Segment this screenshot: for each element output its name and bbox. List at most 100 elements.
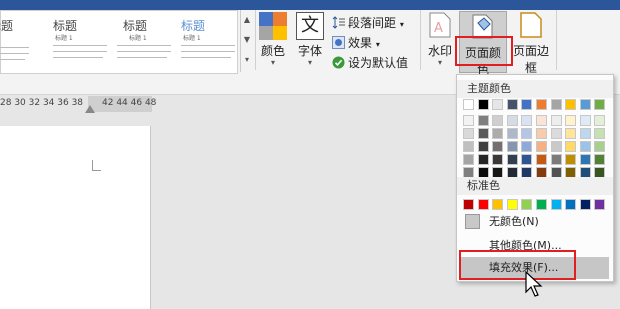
theme-shade-swatch[interactable]	[594, 141, 606, 152]
style-title: 标题	[0, 19, 14, 33]
svg-text:A: A	[434, 21, 443, 36]
theme-shade-swatch[interactable]	[594, 154, 606, 165]
colors-button[interactable]: 颜色 ▾	[258, 12, 288, 70]
theme-shade-swatch[interactable]	[536, 141, 547, 152]
fonts-button[interactable]: 文 字体 ▾	[294, 12, 326, 70]
no-color-item[interactable]: 无颜色(N)	[459, 211, 609, 233]
document-page[interactable]	[0, 126, 151, 309]
colors-label: 颜色	[260, 44, 285, 58]
theme-shade-swatch[interactable]	[492, 115, 504, 126]
theme-shade-swatch[interactable]	[521, 154, 533, 165]
theme-shade-swatch[interactable]	[477, 115, 489, 126]
page-borders-label: 页面边框	[512, 44, 549, 75]
theme-shade-swatch[interactable]	[550, 141, 562, 152]
indent-marker[interactable]	[85, 105, 95, 113]
standard-color-swatch[interactable]	[550, 199, 562, 210]
theme-shade-swatch[interactable]	[521, 128, 533, 139]
page-borders-button[interactable]: 页面边框	[510, 12, 552, 75]
theme-shade-swatch[interactable]	[565, 115, 577, 126]
set-as-default-button[interactable]: 设为默认值	[332, 54, 408, 71]
theme-shade-swatch[interactable]	[550, 154, 562, 165]
watermark-label: 水印	[427, 44, 452, 58]
chevron-down-icon: ▾	[270, 58, 275, 67]
theme-shade-swatch[interactable]	[492, 141, 504, 152]
theme-shade-swatch[interactable]	[506, 141, 518, 152]
theme-color-swatch[interactable]	[506, 99, 518, 110]
fonts-label: 字体	[297, 44, 322, 58]
scroll-down-icon[interactable]: ▼	[241, 30, 253, 50]
standard-color-swatch[interactable]	[492, 199, 504, 210]
standard-color-swatch[interactable]	[506, 199, 518, 210]
standard-color-swatch[interactable]	[463, 199, 474, 210]
set-as-default-label: 设为默认值	[348, 56, 409, 70]
theme-shade-swatch[interactable]	[492, 128, 504, 139]
theme-shade-swatch[interactable]	[521, 141, 533, 152]
theme-shade-swatch[interactable]	[565, 141, 577, 152]
margin-corner-mark	[92, 160, 101, 171]
theme-shade-swatch[interactable]	[463, 128, 474, 139]
theme-color-swatch[interactable]	[579, 99, 591, 110]
theme-shade-swatch[interactable]	[506, 154, 518, 165]
standard-color-swatch[interactable]	[521, 199, 533, 210]
group-separator	[420, 10, 421, 70]
theme-shade-swatch[interactable]	[579, 128, 591, 139]
effects-button[interactable]: 效果 ▾	[332, 34, 380, 51]
watermark-button[interactable]: A 水印 ▾	[426, 12, 454, 70]
scroll-up-icon[interactable]: ▲	[241, 10, 253, 30]
theme-color-swatch[interactable]	[536, 99, 547, 110]
theme-color-swatch[interactable]	[521, 99, 533, 110]
watermark-icon: A	[429, 12, 451, 38]
theme-shade-swatch[interactable]	[579, 141, 591, 152]
theme-shade-swatch[interactable]	[579, 154, 591, 165]
theme-shade-swatch[interactable]	[506, 115, 518, 126]
style-thumbnail[interactable]: 标题 标题 1	[113, 11, 173, 73]
style-thumbnail[interactable]: 标题 标题 1	[177, 11, 237, 73]
group-separator	[255, 10, 256, 70]
gallery-scroll[interactable]: ▲ ▼ ▾	[240, 10, 253, 72]
title-bar-strip	[0, 0, 620, 10]
group-separator	[556, 10, 557, 70]
paragraph-spacing-button[interactable]: 段落间距 ▾	[332, 14, 404, 31]
style-thumbnail[interactable]: 标题	[0, 11, 45, 73]
standard-color-swatch[interactable]	[594, 199, 606, 210]
more-styles-icon[interactable]: ▾	[241, 50, 253, 70]
standard-color-swatch[interactable]	[565, 199, 577, 210]
theme-color-swatch[interactable]	[463, 99, 474, 110]
effects-label: 效果	[348, 36, 373, 50]
effects-icon	[332, 36, 345, 49]
standard-color-swatch[interactable]	[579, 199, 591, 210]
theme-shade-swatch[interactable]	[477, 128, 489, 139]
page-borders-icon	[520, 12, 542, 38]
theme-color-swatch[interactable]	[550, 99, 562, 110]
standard-color-swatch[interactable]	[477, 199, 489, 210]
theme-shade-swatch[interactable]	[594, 115, 606, 126]
theme-shade-swatch[interactable]	[550, 115, 562, 126]
theme-color-swatch[interactable]	[565, 99, 577, 110]
standard-color-swatch[interactable]	[536, 199, 547, 210]
theme-shade-swatch[interactable]	[594, 128, 606, 139]
theme-color-swatch[interactable]	[492, 99, 504, 110]
theme-shade-swatch[interactable]	[463, 115, 474, 126]
theme-shade-swatch[interactable]	[536, 115, 547, 126]
no-color-icon	[465, 214, 480, 229]
theme-shade-swatch[interactable]	[521, 115, 533, 126]
theme-shade-swatch[interactable]	[477, 154, 489, 165]
theme-color-swatch[interactable]	[594, 99, 606, 110]
theme-shade-swatch[interactable]	[565, 154, 577, 165]
style-title: 标题	[181, 19, 206, 33]
color-palette-icon	[259, 12, 287, 40]
theme-shade-swatch[interactable]	[579, 115, 591, 126]
theme-shade-swatch[interactable]	[477, 141, 489, 152]
theme-shade-swatch[interactable]	[565, 128, 577, 139]
theme-shade-swatch[interactable]	[492, 154, 504, 165]
theme-shade-swatch[interactable]	[550, 128, 562, 139]
ruler-ticks: 42 44 46 48	[102, 98, 157, 108]
theme-shade-swatch[interactable]	[506, 128, 518, 139]
theme-shade-swatch[interactable]	[463, 141, 474, 152]
theme-shade-swatch[interactable]	[536, 128, 547, 139]
theme-shade-swatch[interactable]	[536, 154, 547, 165]
ruler-ticks: 28 30 32 34 36 38	[0, 98, 84, 108]
style-thumbnail[interactable]: 标题 标题 1	[49, 11, 109, 73]
theme-shade-swatch[interactable]	[463, 154, 474, 165]
theme-color-swatch[interactable]	[477, 99, 489, 110]
